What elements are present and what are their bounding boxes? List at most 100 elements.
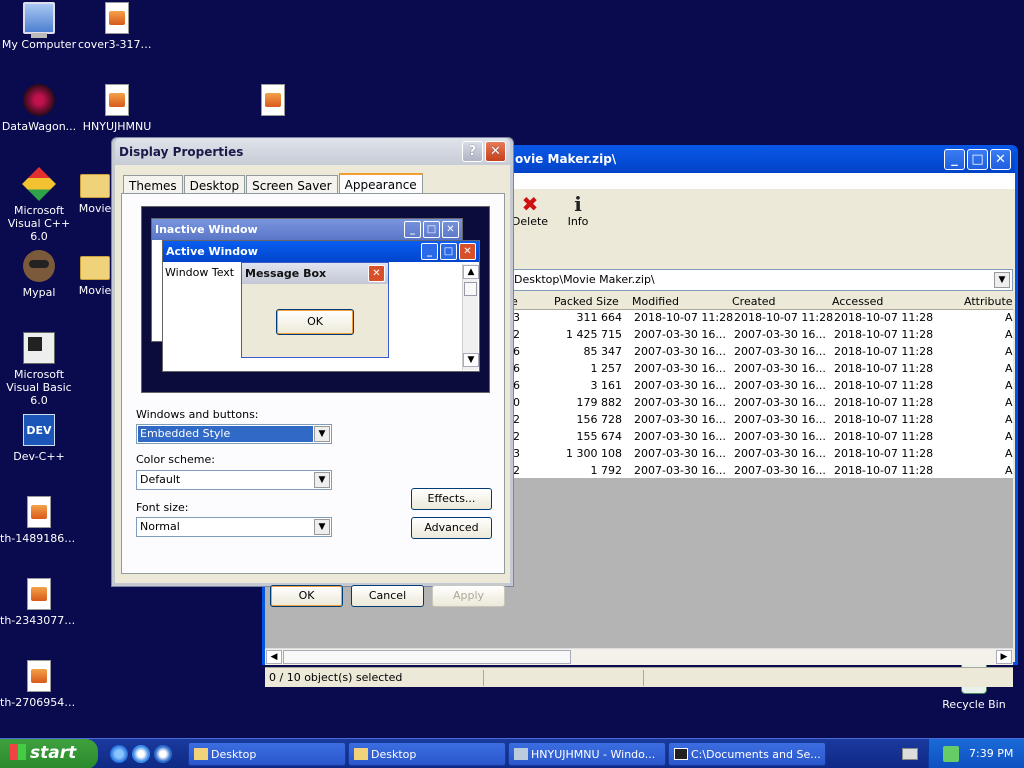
chevron-down-icon[interactable]: ▼ xyxy=(994,272,1010,288)
desktop-icon-label: cover3-3175... xyxy=(78,38,156,51)
desktop-icon-movie-2[interactable]: Movie xyxy=(78,250,112,297)
scrollbar-thumb[interactable] xyxy=(283,650,571,664)
table-cell: A xyxy=(1005,413,1013,426)
windows-buttons-label: Windows and buttons: xyxy=(136,408,259,421)
table-cell: 2018-10-07 11:28 xyxy=(834,396,934,409)
desktop-icon-th-1489186950[interactable]: th-1489186950 xyxy=(0,496,78,545)
column-header-modified[interactable]: Modified xyxy=(632,295,679,308)
preview-message-box: Message Box ✕ OK xyxy=(241,262,389,358)
close-button[interactable]: ✕ xyxy=(990,148,1011,170)
desktop-icon-label: My Computer xyxy=(1,38,77,51)
table-cell: 2007-03-30 16... xyxy=(634,328,726,341)
desktop-icon-datawagon[interactable]: DataWagon... xyxy=(0,84,78,133)
desktop-icon-label: th-2706954934 xyxy=(0,696,78,709)
visual-basic-icon xyxy=(23,332,55,364)
column-header-packed-size[interactable]: Packed Size xyxy=(554,295,619,308)
column-header-created[interactable]: Created xyxy=(732,295,776,308)
table-cell: 2018-10-07 11:28 xyxy=(834,447,934,460)
help-button[interactable]: ? xyxy=(462,141,483,162)
table-cell: 311 664 xyxy=(576,311,623,324)
column-header-accessed[interactable]: Accessed xyxy=(832,295,883,308)
table-cell: 1 425 715 xyxy=(566,328,622,341)
tab-themes[interactable]: Themes xyxy=(123,175,183,194)
status-text: 0 / 10 object(s) selected xyxy=(269,671,403,684)
keyboard-icon[interactable] xyxy=(902,748,918,760)
table-cell: 2018-10-07 11:28 xyxy=(834,379,934,392)
network-icon[interactable] xyxy=(943,746,959,762)
table-cell: 2007-03-30 16... xyxy=(734,396,826,409)
desktop-icon-label: HNYUJHMNU xyxy=(82,120,152,133)
tab-desktop[interactable]: Desktop xyxy=(183,175,246,194)
desktop-icon-hnyujhmnu[interactable]: HNYUJHMNU xyxy=(78,84,156,133)
media-player-icon[interactable] xyxy=(154,745,172,763)
taskbar-item-desktop-2[interactable]: Desktop xyxy=(348,742,506,766)
desktop-icon-movie-1[interactable]: Movie xyxy=(78,168,112,215)
table-cell: 2018-10-07 11:28 xyxy=(834,362,934,375)
effects-button[interactable]: Effects... xyxy=(411,488,492,510)
table-cell: 2 xyxy=(513,464,520,477)
taskbar: start Desktop Desktop HNYUJHMNU - Windo.… xyxy=(0,738,1024,768)
chevron-down-icon[interactable]: ▼ xyxy=(314,472,330,488)
ok-button[interactable]: OK xyxy=(270,585,343,607)
maximize-icon: □ xyxy=(423,221,440,238)
apply-button[interactable]: Apply xyxy=(432,585,505,607)
dialog-titlebar[interactable]: Display Properties ? ✕ xyxy=(115,138,510,165)
clock[interactable]: 7:39 PM xyxy=(969,747,1013,760)
desktop-icon-cover3[interactable]: cover3-3175... xyxy=(78,2,156,51)
desktop-icon-mypal[interactable]: Mypal xyxy=(0,250,78,299)
desktop-icon-unnamed-image[interactable] xyxy=(234,84,312,120)
color-scheme-select[interactable]: Default ▼ xyxy=(136,470,332,490)
tab-appearance[interactable]: Appearance xyxy=(338,173,423,194)
image-file-icon xyxy=(105,84,129,116)
folder-icon xyxy=(80,256,110,280)
cancel-button[interactable]: Cancel xyxy=(351,585,424,607)
desktop-icon-label: Mypal xyxy=(22,286,56,299)
preview-window-text: Window Text xyxy=(165,266,235,279)
image-viewer-icon xyxy=(514,748,528,760)
taskbar-item-label: HNYUJHMNU - Windo... xyxy=(531,748,656,761)
scroll-right-icon[interactable]: ▶ xyxy=(996,650,1012,664)
tab-screen-saver[interactable]: Screen Saver xyxy=(246,175,338,194)
taskbar-item-7zip[interactable]: C:\Documents and Se... xyxy=(668,742,826,766)
preview-scrollbar: ▲ ▼ xyxy=(462,264,479,370)
archive-title: ovie Maker.zip\ xyxy=(515,152,617,166)
column-header-attribute[interactable]: Attribute xyxy=(964,295,1013,308)
maximize-button[interactable]: □ xyxy=(967,148,988,170)
table-cell: 2018-10-07 11:28 xyxy=(834,413,934,426)
horizontal-scrollbar[interactable]: ◀ ▶ xyxy=(265,648,1013,665)
windows-buttons-select[interactable]: Embedded Style ▼ xyxy=(136,424,332,444)
desktop-icon-my-computer[interactable]: My Computer xyxy=(0,2,78,51)
taskbar-item-desktop-1[interactable]: Desktop xyxy=(188,742,346,766)
visual-cpp-icon xyxy=(22,167,56,201)
table-cell: 85 347 xyxy=(583,345,623,358)
chevron-down-icon[interactable]: ▼ xyxy=(314,519,330,535)
datawagon-icon xyxy=(23,84,55,116)
minimize-button[interactable]: _ xyxy=(944,148,965,170)
desktop-icon-devcpp[interactable]: DEV Dev-C++ xyxy=(0,414,78,463)
internet-explorer-icon[interactable] xyxy=(110,745,128,763)
windows-buttons-value: Embedded Style xyxy=(138,426,313,442)
table-cell: 2007-03-30 16... xyxy=(734,413,826,426)
taskbar-item-hnyujhmnu[interactable]: HNYUJHMNU - Windo... xyxy=(508,742,666,766)
desktop-icon-visual-basic[interactable]: Microsoft Visual Basic 6.0 xyxy=(0,332,78,407)
font-size-select[interactable]: Normal ▼ xyxy=(136,517,332,537)
display-properties-dialog[interactable]: Display Properties ? ✕ Themes Desktop Sc… xyxy=(111,137,514,607)
chevron-down-icon[interactable]: ▼ xyxy=(314,426,330,442)
info-button[interactable]: i Info xyxy=(553,193,603,228)
status-divider xyxy=(643,670,644,686)
desktop-icon-visual-cpp[interactable]: Microsoft Visual C++ 6.0 xyxy=(0,167,78,243)
desktop-icon-label: Movie xyxy=(78,202,112,215)
desktop-icon-th-2706954934[interactable]: th-2706954934 xyxy=(0,660,78,709)
close-button[interactable]: ✕ xyxy=(485,141,506,162)
media-icon[interactable] xyxy=(132,745,150,763)
table-cell: 2 xyxy=(513,413,520,426)
table-cell: 2007-03-30 16... xyxy=(734,464,826,477)
preview-msgbox-title: Message Box xyxy=(245,267,327,280)
desktop-icon-th-2343077922[interactable]: th-2343077922 xyxy=(0,578,78,627)
font-size-value: Normal xyxy=(140,520,180,533)
scroll-left-icon[interactable]: ◀ xyxy=(266,650,282,664)
advanced-button[interactable]: Advanced xyxy=(411,517,492,539)
start-button[interactable]: start xyxy=(0,739,98,768)
image-file-icon xyxy=(27,578,51,610)
font-size-label: Font size: xyxy=(136,501,189,514)
